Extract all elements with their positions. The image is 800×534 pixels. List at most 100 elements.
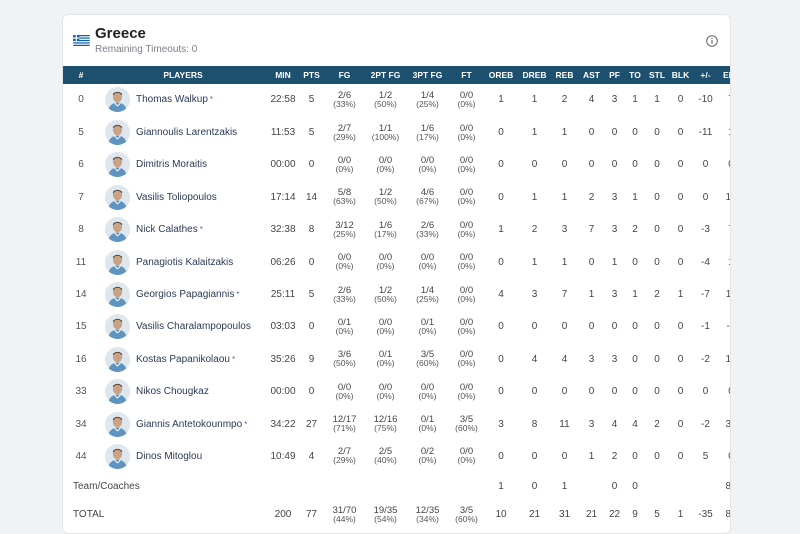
free-throws-percentage: (0%) bbox=[457, 325, 476, 336]
table-row: 0 Thomas Walkup * 22:58 5 2/6 (33%) 1/2 (50%) 1/4… bbox=[63, 84, 730, 116]
field-goals-percentage: (29%) bbox=[333, 131, 356, 142]
col-plus-minus-header[interactable]: +/- bbox=[693, 66, 718, 84]
free-throws: 0/0 (0%) bbox=[449, 149, 484, 181]
two-point-fg-percentage: (0%) bbox=[376, 358, 395, 369]
table-row: 15 Vasilis Charalampopoulos 03:03 0 0/1 (0%) 0… bbox=[63, 311, 730, 343]
minutes: 32:38 bbox=[270, 224, 296, 236]
minutes: 03:03 bbox=[270, 321, 296, 333]
col-2pt-fg-header[interactable]: 2PT FG bbox=[365, 66, 406, 84]
jersey-number: 34 bbox=[75, 418, 87, 430]
offensive-rebounds: 0 bbox=[498, 386, 504, 398]
offensive-rebounds: 0 bbox=[498, 353, 504, 365]
points: 14 bbox=[305, 191, 318, 203]
player-name-link[interactable]: Kostas Papanikolaou bbox=[136, 354, 230, 365]
two-point-fg: 1/1 (100%) bbox=[365, 116, 406, 148]
player-name-link[interactable]: Thomas Walkup bbox=[136, 94, 208, 105]
col-reb-header[interactable]: REB bbox=[551, 66, 578, 84]
rebounds: 7 bbox=[561, 289, 568, 301]
total-turnovers: 9 bbox=[632, 509, 638, 521]
player-name-link[interactable]: Vasilis Toliopoulos bbox=[136, 192, 217, 203]
turnovers: 0 bbox=[632, 450, 638, 462]
plus-minus: -2 bbox=[701, 353, 710, 365]
two-point-fg-percentage: (75%) bbox=[374, 423, 397, 434]
turnovers: 2 bbox=[632, 224, 638, 236]
rebounds: 4 bbox=[561, 353, 568, 365]
info-icon[interactable] bbox=[706, 35, 718, 47]
col-players-header[interactable]: PLAYERS bbox=[99, 66, 267, 84]
free-throws-percentage: (60%) bbox=[455, 423, 478, 434]
offensive-rebounds: 0 bbox=[498, 159, 504, 171]
turnovers: 0 bbox=[632, 127, 638, 139]
player-avatar bbox=[105, 120, 130, 146]
col-min-header[interactable]: MIN bbox=[267, 66, 299, 84]
jersey-number: 7 bbox=[78, 191, 84, 203]
field-goals-percentage: (50%) bbox=[333, 358, 356, 369]
player-name-link[interactable]: Dinos Mitoglou bbox=[136, 451, 202, 462]
col-stl-header[interactable]: STL bbox=[646, 66, 668, 84]
field-goals-percentage: (0%) bbox=[335, 163, 354, 174]
player-name-link[interactable]: Giannoulis Larentzakis bbox=[136, 127, 237, 138]
total-two-point-fg-percentage: (54%) bbox=[374, 513, 397, 524]
col-oreb-header[interactable]: OREB bbox=[484, 66, 518, 84]
plus-minus: 0 bbox=[702, 191, 709, 203]
col-num-header[interactable]: # bbox=[63, 66, 99, 84]
steals: 0 bbox=[654, 127, 660, 139]
minutes: 00:00 bbox=[270, 159, 296, 171]
points: 8 bbox=[308, 224, 315, 236]
total-defensive-rebounds: 21 bbox=[528, 509, 541, 521]
field-goals: 2/7 (29%) bbox=[324, 440, 365, 472]
three-point-fg: 0/0 (0%) bbox=[406, 149, 449, 181]
col-3pt-fg-header[interactable]: 3PT FG bbox=[406, 66, 449, 84]
personal-fouls: 4 bbox=[611, 418, 618, 430]
turnovers: 1 bbox=[632, 191, 638, 203]
rebounds: 0 bbox=[561, 321, 568, 333]
two-point-fg-percentage: (0%) bbox=[376, 163, 395, 174]
jersey-number: 8 bbox=[78, 224, 84, 236]
player-name-link[interactable]: Nick Calathes bbox=[136, 224, 198, 235]
two-point-fg: 0/0 (0%) bbox=[365, 311, 406, 343]
player-cell: Vasilis Toliopoulos bbox=[99, 181, 267, 213]
field-goals-percentage: (0%) bbox=[335, 325, 354, 336]
efficiency: 1 bbox=[718, 246, 730, 278]
col-dreb-header[interactable]: DREB bbox=[518, 66, 551, 84]
personal-fouls: 0 bbox=[611, 127, 618, 139]
col-to-header[interactable]: TO bbox=[624, 66, 646, 84]
team-turnovers: 0 bbox=[632, 480, 638, 492]
player-name-link[interactable]: Nikos Chougkaz bbox=[136, 386, 209, 397]
col-blk-header[interactable]: BLK bbox=[668, 66, 693, 84]
player-name-link[interactable]: Vasilis Charalampopoulos bbox=[136, 321, 251, 332]
plus-minus: -3 bbox=[701, 224, 710, 236]
assists: 2 bbox=[588, 191, 595, 203]
two-point-fg: 1/2 (50%) bbox=[365, 278, 406, 310]
minutes: 00:00 bbox=[270, 386, 296, 398]
player-name-link[interactable]: Giannis Antetokounmpo bbox=[136, 419, 242, 430]
player-name-link[interactable]: Panagiotis Kalaitzakis bbox=[136, 257, 233, 268]
points: 27 bbox=[305, 418, 318, 430]
player-name-link[interactable]: Dimitris Moraitis bbox=[136, 159, 207, 170]
free-throws-percentage: (0%) bbox=[457, 131, 476, 142]
col-fg-header[interactable]: FG bbox=[324, 66, 365, 84]
field-goals-percentage: (0%) bbox=[335, 390, 354, 401]
steals: 0 bbox=[654, 224, 660, 236]
free-throws: 0/0 (0%) bbox=[449, 116, 484, 148]
col-ft-header[interactable]: FT bbox=[449, 66, 484, 84]
col-pts-header[interactable]: PTS bbox=[299, 66, 324, 84]
points: 0 bbox=[308, 321, 315, 333]
defensive-rebounds: 0 bbox=[531, 386, 538, 398]
personal-fouls: 0 bbox=[611, 386, 618, 398]
col-ast-header[interactable]: AST bbox=[578, 66, 605, 84]
blocks: 0 bbox=[677, 256, 684, 268]
minutes: 25:11 bbox=[270, 289, 296, 301]
efficiency: 11 bbox=[725, 289, 731, 301]
col-eff-header[interactable]: EFF bbox=[718, 66, 730, 84]
turnovers: 1 bbox=[632, 94, 638, 106]
personal-fouls: 0 bbox=[611, 159, 618, 171]
total-assists: 21 bbox=[585, 509, 598, 521]
three-point-fg-percentage: (17%) bbox=[416, 131, 439, 142]
three-point-fg: 1/4 (25%) bbox=[406, 84, 449, 116]
player-name-link[interactable]: Georgios Papagiannis bbox=[136, 289, 234, 300]
rebounds: 1 bbox=[561, 191, 568, 203]
jersey-number: 15 bbox=[75, 321, 87, 333]
col-pf-header[interactable]: PF bbox=[605, 66, 624, 84]
player-cell: Giannoulis Larentzakis bbox=[99, 116, 267, 148]
